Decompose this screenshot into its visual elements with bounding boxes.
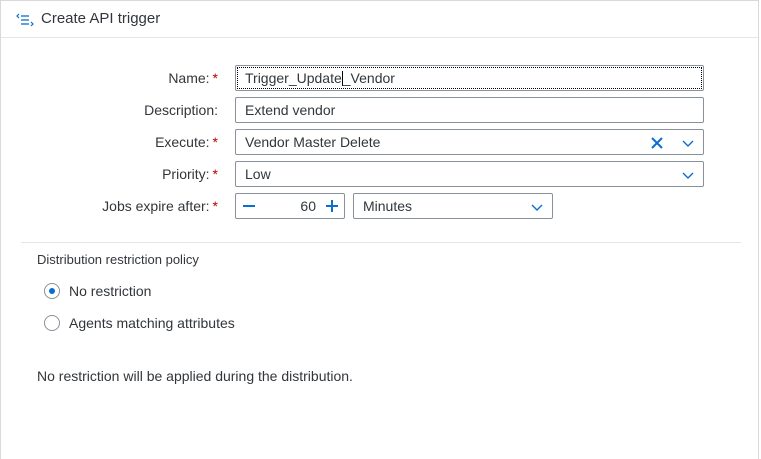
radio-button[interactable]: [44, 315, 60, 331]
dialog-title: Create API trigger: [41, 10, 161, 27]
priority-label-text: Priority:: [162, 166, 210, 182]
increment-button[interactable]: [320, 194, 344, 218]
execute-label: Execute: *: [155, 134, 218, 150]
description-label-text: Description:: [144, 102, 218, 118]
execute-label-text: Execute:: [155, 134, 210, 150]
description-input-value: Extend vendor: [245, 102, 336, 118]
jobs-expire-stepper[interactable]: 60: [235, 193, 345, 219]
jobs-expire-label: Jobs expire after: *: [102, 198, 218, 214]
section-divider: [21, 242, 741, 243]
jobs-expire-value: 60: [300, 198, 316, 214]
execute-combobox[interactable]: Vendor Master Delete: [235, 129, 704, 155]
required-marker: *: [212, 70, 218, 86]
jobs-expire-unit-select[interactable]: Minutes: [353, 193, 553, 219]
name-input-value: Trigger_Update_Vendor: [245, 70, 395, 86]
description-input[interactable]: Extend vendor: [235, 97, 704, 123]
radio-label: No restriction: [69, 283, 152, 299]
distribution-info-text: No restriction will be applied during th…: [37, 368, 353, 384]
name-label: Name: *: [168, 70, 218, 86]
description-label: Description:: [144, 102, 218, 118]
priority-label: Priority: *: [162, 166, 218, 182]
jobs-expire-label-text: Jobs expire after:: [102, 198, 210, 214]
jobs-expire-unit-value: Minutes: [363, 198, 413, 214]
create-api-trigger-dialog: Create API trigger Name: * Trigger_Update…: [0, 0, 759, 459]
priority-value: Low: [245, 166, 271, 182]
execute-value: Vendor Master Delete: [245, 134, 381, 150]
priority-select[interactable]: Low: [235, 161, 704, 187]
dialog-header: Create API trigger: [1, 1, 758, 38]
decrement-button[interactable]: [237, 194, 261, 218]
list-icon: [16, 12, 34, 28]
chevron-down-icon[interactable]: [678, 133, 698, 153]
name-value-part2: _Vendor: [342, 70, 395, 86]
name-value-part1: Trigger_Update: [245, 70, 342, 86]
required-marker: *: [212, 134, 218, 150]
chevron-down-icon[interactable]: [527, 197, 547, 217]
clear-icon[interactable]: [647, 133, 667, 153]
required-marker: *: [212, 166, 218, 182]
required-marker: *: [212, 198, 218, 214]
radio-button[interactable]: [44, 283, 60, 299]
radio-label: Agents matching attributes: [69, 315, 235, 331]
name-input[interactable]: Trigger_Update_Vendor: [235, 65, 704, 91]
distribution-policy-title: Distribution restriction policy: [37, 252, 199, 267]
chevron-down-icon[interactable]: [678, 165, 698, 185]
name-label-text: Name:: [168, 70, 210, 86]
